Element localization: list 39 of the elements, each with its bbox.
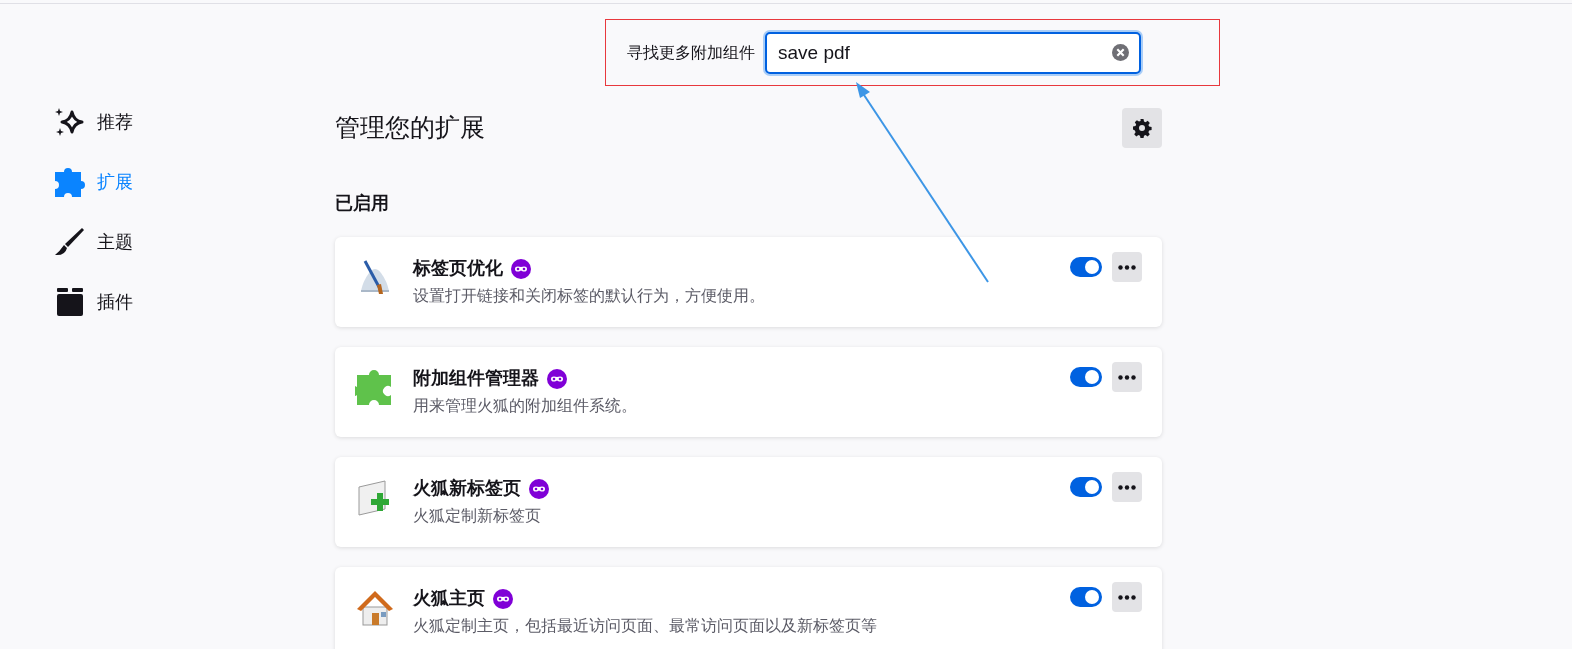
more-icon — [1118, 484, 1136, 490]
extension-description: 火狐定制主页，包括最近访问页面、最常访问页面以及新标签页等 — [413, 616, 878, 636]
more-options-button[interactable] — [1112, 582, 1142, 612]
toggle-switch[interactable] — [1070, 477, 1102, 497]
sidebar-item[interactable]: 推荐 — [55, 105, 335, 139]
plugin-icon — [55, 287, 85, 317]
extension-description: 火狐定制新标签页 — [413, 506, 542, 526]
extension-name[interactable]: 火狐主页 — [413, 585, 485, 612]
extension-name[interactable]: 火狐新标签页 — [413, 475, 521, 502]
private-browsing-icon — [511, 258, 531, 279]
sidebar-item[interactable]: 主题 — [55, 225, 335, 259]
more-icon — [1118, 594, 1136, 600]
search-field[interactable]: save pdf — [765, 31, 1141, 74]
settings-button[interactable] — [1122, 108, 1162, 148]
private-browsing-icon — [547, 368, 567, 389]
extension-name[interactable]: 标签页优化 — [413, 255, 503, 282]
settings-icon — [1132, 118, 1152, 138]
search-label: 寻找更多附加组件 — [627, 42, 755, 63]
page-heading: 管理您的扩展 — [335, 112, 485, 144]
sidebar-item[interactable]: 扩展 — [55, 165, 335, 199]
more-icon — [1118, 374, 1136, 380]
more-options-button[interactable] — [1112, 362, 1142, 392]
section-heading: 已启用 — [335, 192, 390, 215]
toggle-switch[interactable] — [1070, 587, 1102, 607]
toggle-switch[interactable] — [1070, 367, 1102, 387]
puzzle-icon — [55, 167, 85, 197]
private-browsing-icon — [493, 588, 513, 609]
sparkle-icon — [55, 107, 85, 137]
private-browsing-icon — [529, 478, 549, 499]
extension-description: 设置打开链接和关闭标签的默认行为，方便使用。 — [413, 286, 766, 306]
sidebar-item[interactable]: 插件 — [55, 285, 335, 319]
brush-icon — [55, 227, 85, 257]
toggle-switch[interactable] — [1070, 257, 1102, 277]
more-options-button[interactable] — [1112, 472, 1142, 502]
extension-description: 用来管理火狐的附加组件系统。 — [413, 396, 638, 416]
clear-icon[interactable] — [1112, 43, 1129, 61]
more-options-button[interactable] — [1112, 252, 1142, 282]
extension-name[interactable]: 附加组件管理器 — [413, 365, 539, 392]
more-icon — [1118, 264, 1136, 270]
